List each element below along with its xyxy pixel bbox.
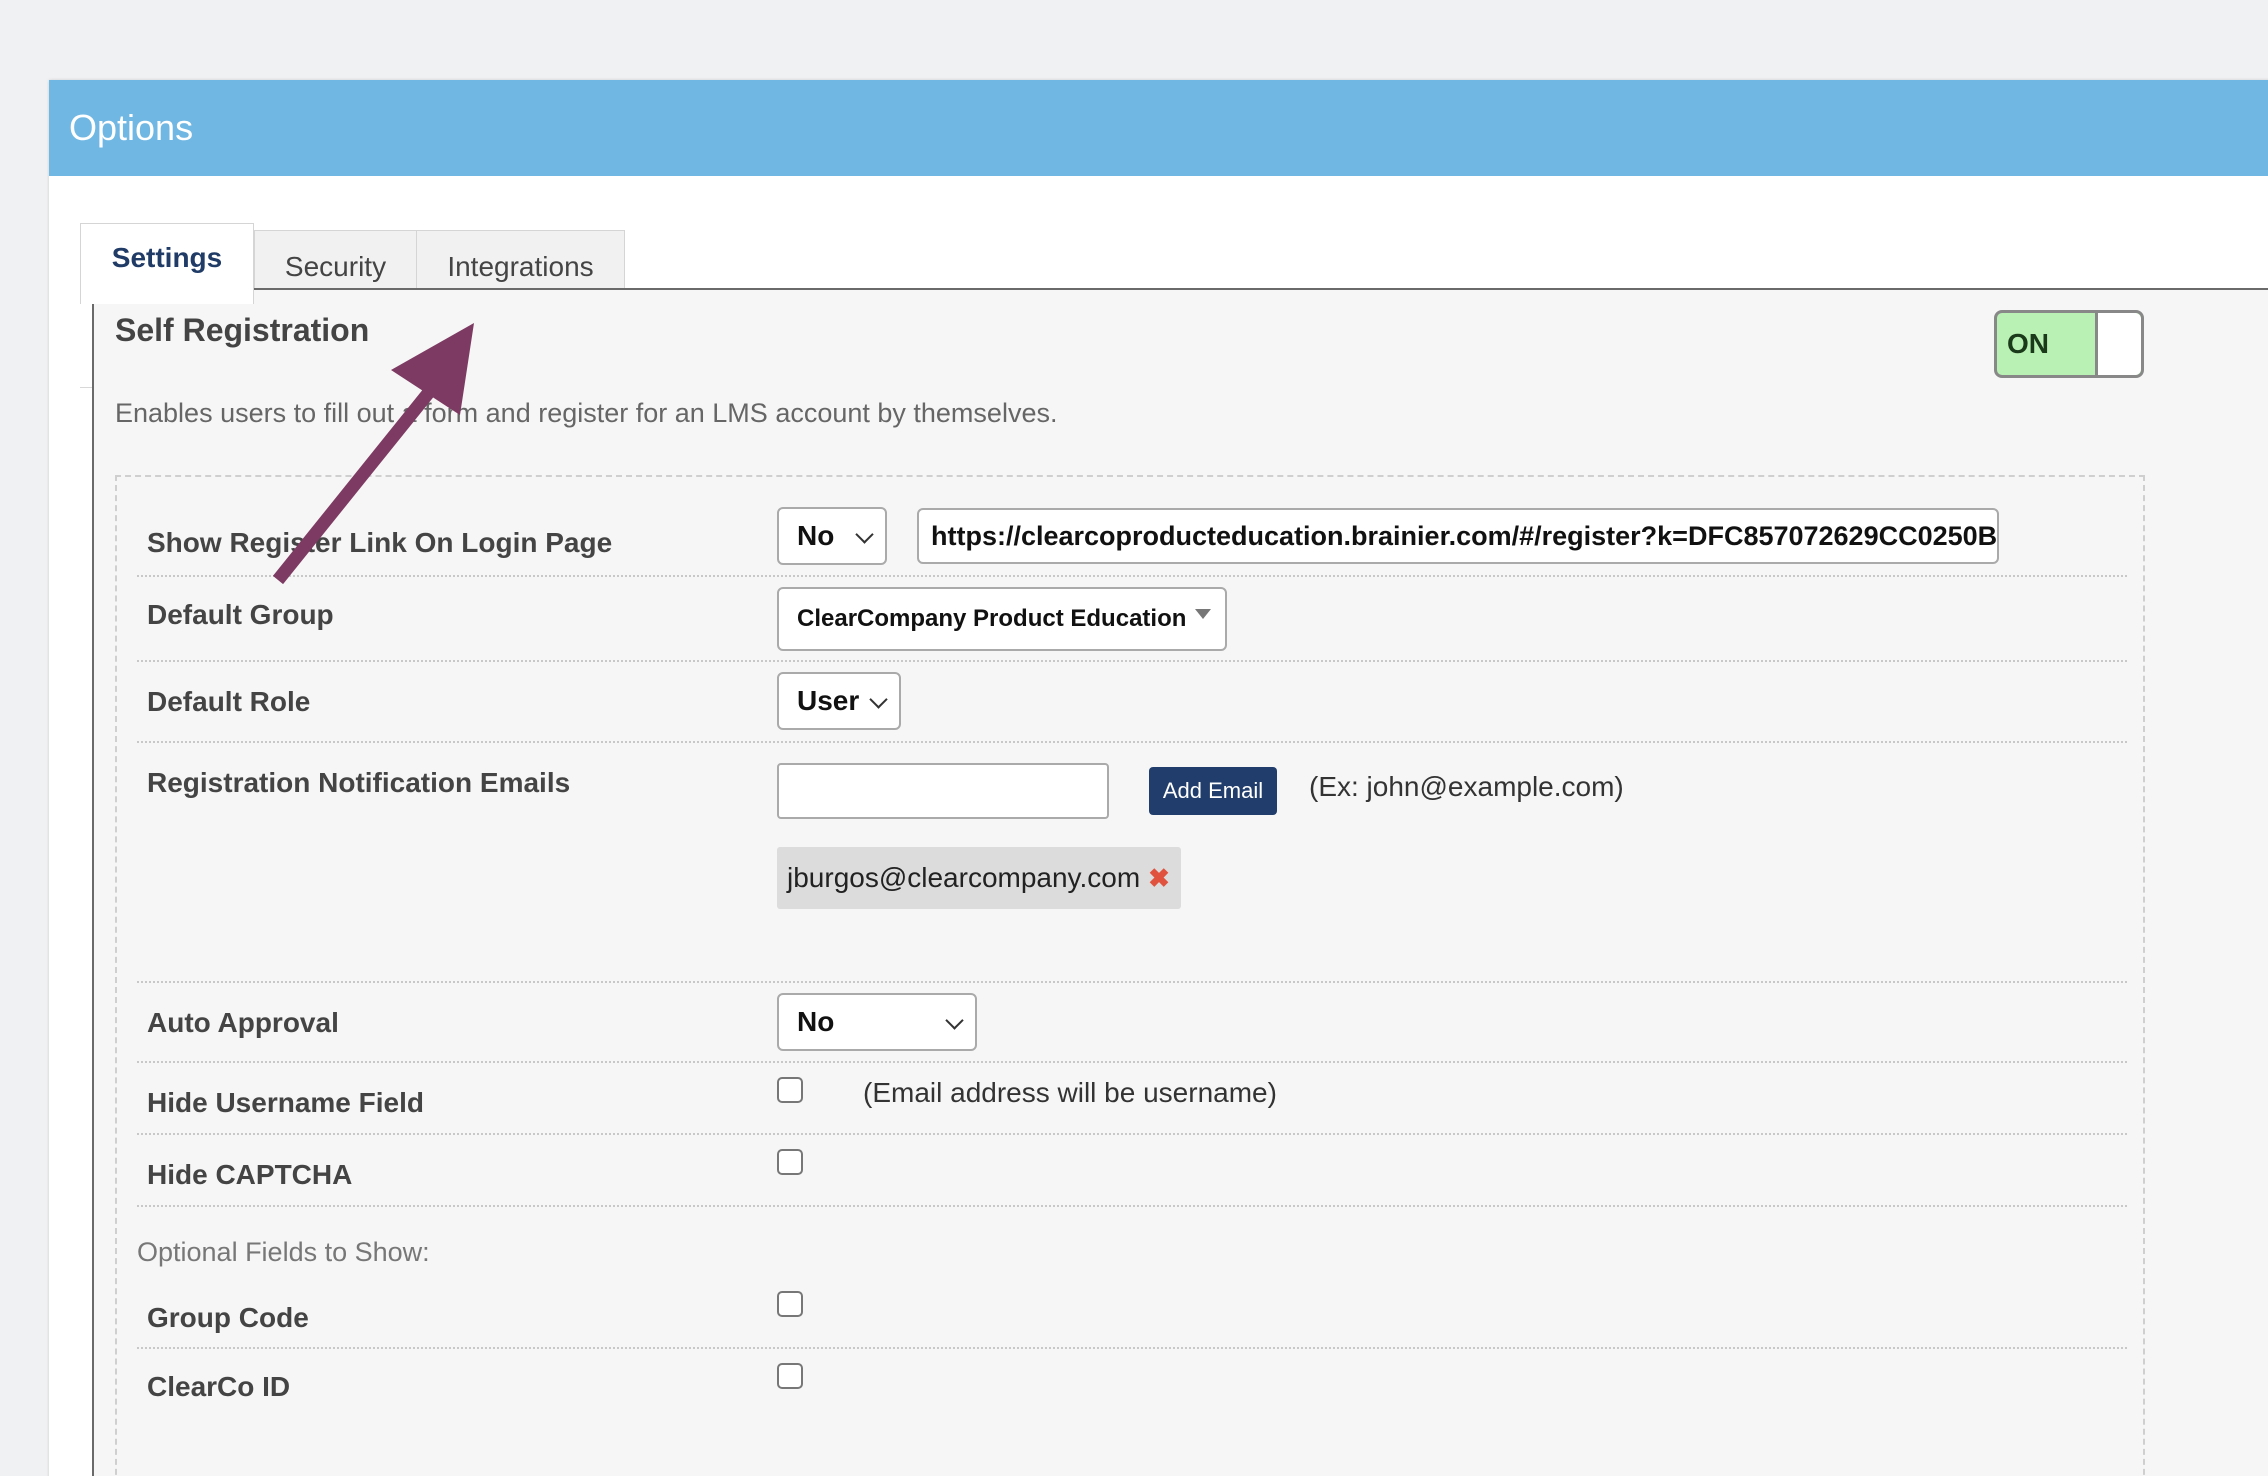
register-url-field[interactable]: https://clearcoproducteducation.brainier… (917, 508, 1999, 564)
notification-email-input[interactable] (777, 763, 1109, 819)
default-group-value: ClearCompany Product Education (797, 605, 1187, 632)
toggle-label: ON (2007, 328, 2049, 359)
self-registration-section: Self Registration ON Enables users to fi… (92, 288, 2268, 1476)
clearco-id-label: ClearCo ID (147, 1371, 291, 1402)
row-default-role: Default Role User (137, 662, 2127, 743)
section-title: Self Registration (115, 312, 370, 348)
chevron-down-icon (855, 525, 874, 544)
default-role-select[interactable]: User (777, 672, 901, 730)
hide-username-label: Hide Username Field (147, 1087, 424, 1118)
clearco-id-checkbox[interactable] (777, 1363, 803, 1389)
default-role-value: User (797, 685, 860, 716)
show-register-link-value: No (797, 520, 835, 551)
row-group-code: Optional Fields to Show: Group Code (137, 1207, 2127, 1349)
group-code-label: Group Code (147, 1302, 309, 1333)
email-tag-text: jburgos@clearcompany.com (787, 862, 1141, 893)
row-clearco-id: ClearCo ID (137, 1349, 2127, 1429)
row-notification-emails: Registration Notification Emails Add Ema… (137, 743, 2127, 983)
row-auto-approval: Auto Approval No (137, 983, 2127, 1063)
auto-approval-label: Auto Approval (147, 1007, 339, 1038)
remove-email-icon[interactable]: ✖ (1148, 863, 1170, 894)
panel-title: Options (69, 107, 194, 148)
email-tag: jburgos@clearcompany.com ✖ (777, 847, 1181, 909)
row-hide-username: Hide Username Field (Email address will … (137, 1063, 2127, 1135)
default-group-label: Default Group (147, 599, 334, 630)
email-example-hint: (Ex: john@example.com) (1309, 771, 1624, 802)
add-email-button[interactable]: Add Email (1149, 767, 1277, 815)
group-code-checkbox[interactable] (777, 1291, 803, 1317)
hide-username-checkbox[interactable] (777, 1077, 803, 1103)
hide-captcha-checkbox[interactable] (777, 1149, 803, 1175)
auto-approval-value: No (797, 1006, 835, 1037)
default-role-label: Default Role (147, 686, 311, 717)
optional-fields-heading: Optional Fields to Show: (137, 1237, 430, 1267)
chevron-down-icon (869, 690, 888, 709)
hide-captcha-label: Hide CAPTCHA (147, 1159, 353, 1190)
caret-down-icon (1195, 609, 1211, 619)
default-group-select[interactable]: ClearCompany Product Education (777, 587, 1227, 651)
section-description: Enables users to fill out a form and reg… (115, 398, 1058, 428)
panel-header: Options (49, 80, 2268, 176)
self-registration-toggle[interactable]: ON (1994, 310, 2144, 378)
row-hide-captcha: Hide CAPTCHA (137, 1135, 2127, 1207)
show-register-link-label: Show Register Link On Login Page (147, 527, 613, 558)
show-register-link-select[interactable]: No (777, 507, 887, 565)
settings-form: Show Register Link On Login Page No http… (115, 475, 2145, 1476)
hide-username-hint: (Email address will be username) (863, 1077, 1277, 1108)
toggle-knob (2095, 313, 2141, 375)
row-default-group: Default Group ClearCompany Product Educa… (137, 577, 2127, 662)
tab-settings[interactable]: Settings (80, 223, 254, 304)
chevron-down-icon (945, 1011, 964, 1030)
notification-emails-label: Registration Notification Emails (147, 767, 571, 798)
auto-approval-select[interactable]: No (777, 993, 977, 1051)
row-show-register-link: Show Register Link On Login Page No http… (137, 487, 2127, 577)
